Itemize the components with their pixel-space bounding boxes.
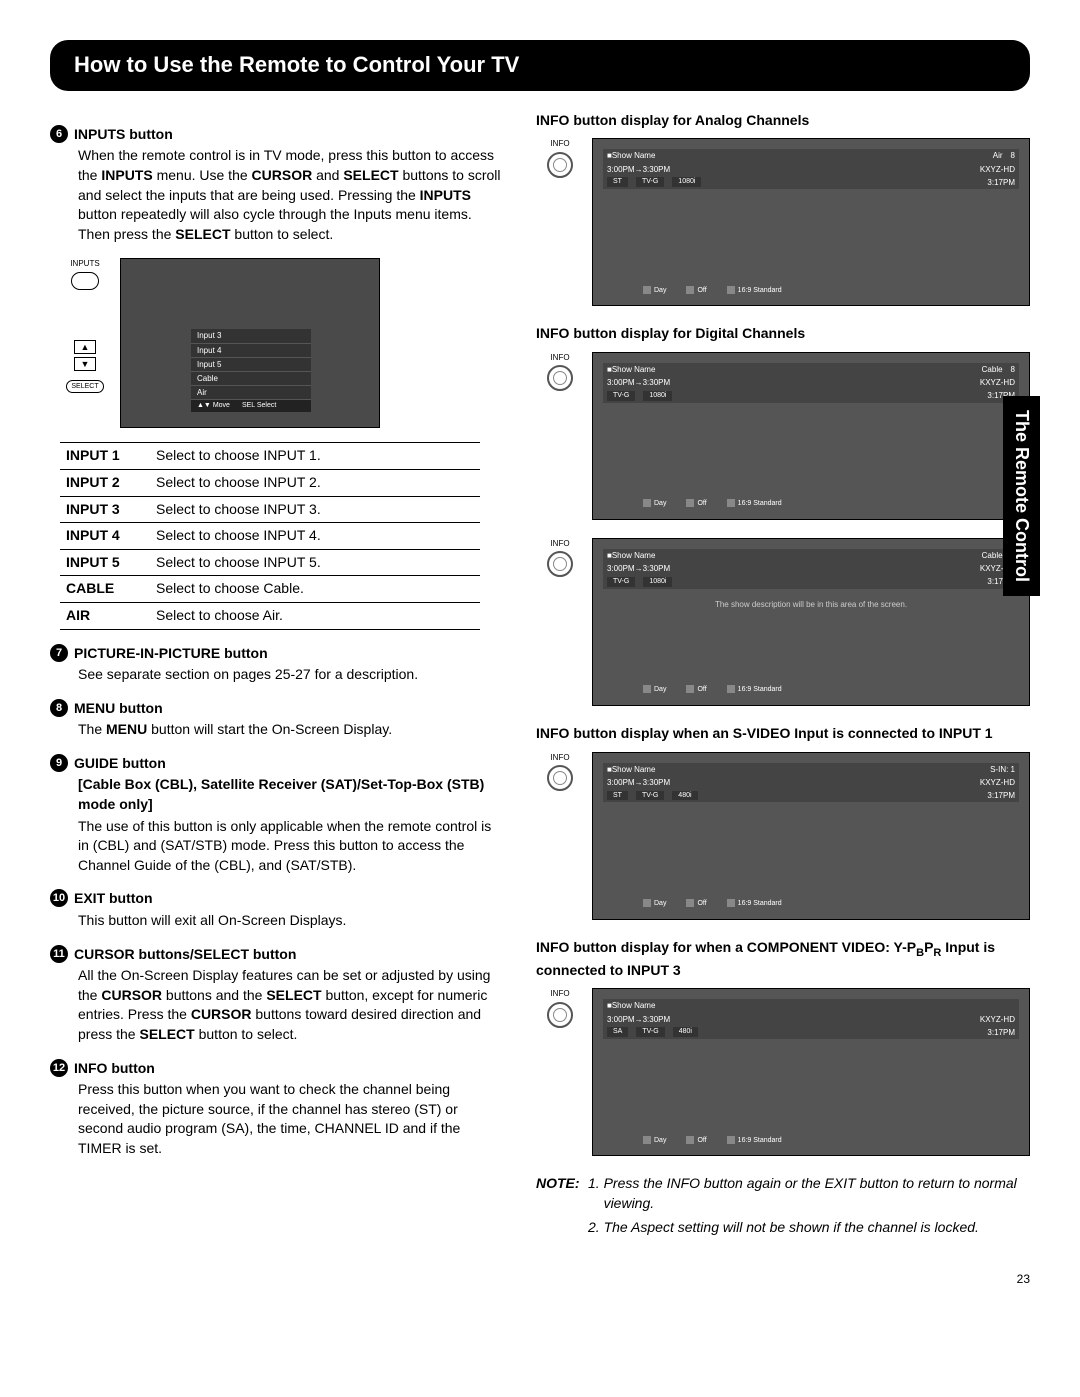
channel-id: KXYZ-HD [980, 164, 1015, 175]
page-number: 23 [50, 1271, 1030, 1288]
digital-display-1: INFO ■Show NameCable8 3:00PM→3:30PMKXYZ-… [536, 352, 1030, 520]
cursor-heading-text: CURSOR buttons/SELECT button [74, 945, 296, 965]
component-display: INFO ■Show Name 3:00PM→3:30PMKXYZ-HD SAT… [536, 988, 1030, 1156]
note-item-1: Press the INFO button again or the EXIT … [604, 1174, 1030, 1213]
num-6: 6 [50, 125, 68, 143]
info-button-label: INFO [536, 138, 584, 149]
inputs-body: When the remote control is in TV mode, p… [78, 146, 506, 244]
section-exit-heading: 10 EXIT button [50, 889, 506, 909]
table-row: INPUT 4Select to choose INPUT 4. [60, 523, 480, 550]
table-row: AIRSelect to choose Air. [60, 602, 480, 629]
right-column: INFO button display for Analog Channels … [536, 111, 1030, 1241]
info-body: Press this button when you want to check… [78, 1080, 506, 1158]
side-tab: The Remote Control [1003, 396, 1040, 596]
menu-item: Air [191, 386, 311, 400]
note-block: NOTE: Press the INFO button again or the… [536, 1174, 1030, 1241]
guide-subheading: [Cable Box (CBL), Satellite Receiver (SA… [78, 775, 506, 814]
info-heading-text: INFO button [74, 1059, 155, 1079]
table-row: INPUT 5Select to choose INPUT 5. [60, 549, 480, 576]
section-pip-heading: 7 PICTURE-IN-PICTURE button [50, 644, 506, 664]
info-footer: DayOff16:9 Standard [643, 286, 782, 296]
info-button-icon [547, 551, 573, 577]
menu-item: Input 4 [191, 344, 311, 358]
digital-heading: INFO button display for Digital Channels [536, 324, 1030, 344]
remote-sidebar: INPUTS ▲ ▼ SELECT [50, 258, 120, 399]
analog-display: INFO ■Show NameAir8 3:00PM→3:30PMKXYZ-HD… [536, 138, 1030, 306]
pip-body: See separate section on pages 25-27 for … [78, 665, 506, 685]
section-info-heading: 12 INFO button [50, 1059, 506, 1079]
section-menu-heading: 8 MENU button [50, 699, 506, 719]
section-guide-heading: 9 GUIDE button [50, 754, 506, 774]
inputs-button-label: INPUTS [50, 258, 120, 269]
table-row: INPUT 1Select to choose INPUT 1. [60, 443, 480, 470]
show-description: The show description will be in this are… [603, 599, 1019, 610]
guide-body: The use of this button is only applicabl… [78, 817, 506, 876]
menu-foot-select: SEL Select [242, 401, 276, 411]
left-column: 6 INPUTS button When the remote control … [50, 111, 506, 1241]
inputs-menu-list: Input 3 Input 4 Input 5 Cable Air ▲▼ Mov… [191, 329, 311, 412]
inputs-table: INPUT 1Select to choose INPUT 1. INPUT 2… [60, 442, 480, 629]
digital-display-2: INFO ■Show NameCable8 3:00PM→3:30PMKXYZ-… [536, 538, 1030, 706]
table-row: INPUT 3Select to choose INPUT 3. [60, 496, 480, 523]
analog-screen: ■Show NameAir8 3:00PM→3:30PMKXYZ-HD STTV… [592, 138, 1030, 306]
guide-heading-text: GUIDE button [74, 754, 166, 774]
up-arrow-icon: ▲ [74, 340, 96, 354]
num-9: 9 [50, 754, 68, 772]
tv-screen-graphic: Input 3 Input 4 Input 5 Cable Air ▲▼ Mov… [120, 258, 380, 428]
svideo-screen: ■Show NameS-IN: 1 3:00PM→3:30PMKXYZ-HD S… [592, 752, 1030, 920]
menu-item: Cable [191, 372, 311, 386]
menu-foot-move: ▲▼ Move [197, 401, 230, 411]
component-heading: INFO button display for when a COMPONENT… [536, 938, 1030, 981]
time-range: 3:00PM→3:30PM [607, 164, 670, 175]
show-name: ■Show Name [607, 150, 655, 161]
menu-body: The MENU button will start the On-Screen… [78, 720, 506, 740]
menu-item: Input 5 [191, 358, 311, 372]
section-cursor-heading: 11 CURSOR buttons/SELECT button [50, 945, 506, 965]
note-item-2: The Aspect setting will not be shown if … [604, 1218, 1030, 1238]
svideo-heading: INFO button display when an S-VIDEO Inpu… [536, 724, 1030, 744]
num-10: 10 [50, 889, 68, 907]
info-button-icon [547, 765, 573, 791]
menu-item: Input 3 [191, 329, 311, 343]
info-button-icon [547, 152, 573, 178]
num-7: 7 [50, 644, 68, 662]
num-12: 12 [50, 1059, 68, 1077]
info-button-col: INFO [536, 138, 584, 179]
menu-heading-text: MENU button [74, 699, 163, 719]
note-label: NOTE: [536, 1174, 580, 1241]
digital-screen-1: ■Show NameCable8 3:00PM→3:30PMKXYZ-HD TV… [592, 352, 1030, 520]
inputs-button-icon [71, 272, 99, 290]
menu-footer: ▲▼ Move SEL Select [191, 400, 311, 412]
pip-heading-text: PICTURE-IN-PICTURE button [74, 644, 268, 664]
page-title-bar: How to Use the Remote to Control Your TV [50, 40, 1030, 91]
clock: 3:17PM [987, 177, 1015, 188]
analog-heading: INFO button display for Analog Channels [536, 111, 1030, 131]
exit-body: This button will exit all On-Screen Disp… [78, 911, 506, 931]
select-button-icon: SELECT [66, 380, 103, 394]
svideo-display: INFO ■Show NameS-IN: 1 3:00PM→3:30PMKXYZ… [536, 752, 1030, 920]
info-button-icon [547, 1002, 573, 1028]
digital-screen-2: ■Show NameCable8 3:00PM→3:30PMKXYZ-HD TV… [592, 538, 1030, 706]
component-screen: ■Show Name 3:00PM→3:30PMKXYZ-HD SATV-G48… [592, 988, 1030, 1156]
exit-heading-text: EXIT button [74, 889, 153, 909]
num-8: 8 [50, 699, 68, 717]
inputs-menu-graphic: INPUTS ▲ ▼ SELECT Input 3 Input 4 Input … [50, 258, 506, 428]
table-row: CABLESelect to choose Cable. [60, 576, 480, 603]
inputs-heading-text: INPUTS button [74, 125, 173, 145]
info-button-icon [547, 365, 573, 391]
num-11: 11 [50, 945, 68, 963]
down-arrow-icon: ▼ [74, 357, 96, 371]
table-row: INPUT 2Select to choose INPUT 2. [60, 469, 480, 496]
section-inputs-heading: 6 INPUTS button [50, 125, 506, 145]
page-title: How to Use the Remote to Control Your TV [74, 52, 519, 77]
cursor-body: All the On-Screen Display features can b… [78, 966, 506, 1044]
